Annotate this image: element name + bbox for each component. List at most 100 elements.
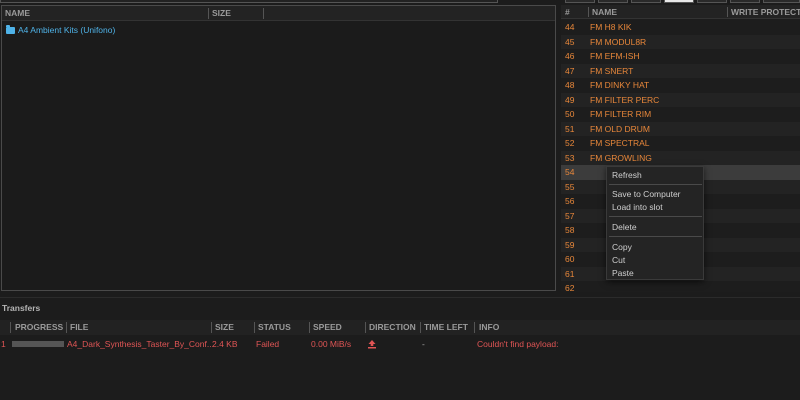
path-bar[interactable] <box>0 0 498 3</box>
column-header-number[interactable]: # <box>565 5 570 19</box>
slot-number: 55 <box>565 181 575 192</box>
toolbar-button[interactable] <box>730 0 760 3</box>
slot-name: FM MODUL8R <box>590 36 647 47</box>
column-separator[interactable] <box>66 322 67 333</box>
slot-list-header: # NAME WRITE PROTECTE <box>561 5 800 19</box>
slot-number: 54 <box>565 167 575 177</box>
panel-divider[interactable] <box>0 297 800 298</box>
toolbar-button[interactable] <box>598 0 628 3</box>
column-header-info[interactable]: INFO <box>479 320 499 335</box>
slot-row[interactable]: 47 FM SNERT <box>561 63 800 78</box>
menu-item-save-to-computer[interactable]: Save to Computer <box>612 188 681 200</box>
slot-row[interactable]: 51 FM OLD DRUM <box>561 121 800 136</box>
slot-row[interactable]: 46 FM EFM-ISH <box>561 49 800 64</box>
transfer-file: A4_Dark_Synthesis_Taster_By_Conf... <box>67 339 214 349</box>
column-header-write-protected[interactable]: WRITE PROTECTE <box>731 5 800 19</box>
menu-separator <box>609 236 702 237</box>
menu-separator <box>609 216 702 217</box>
transfer-time-left: - <box>422 339 425 349</box>
transfer-speed: 0.00 MiB/s <box>311 339 352 349</box>
transfer-row[interactable]: 1 A4_Dark_Synthesis_Taster_By_Conf... 2.… <box>0 337 800 351</box>
slot-name: FM H8 KIK <box>590 22 632 32</box>
column-header-progress[interactable]: PROGRESS <box>15 320 63 335</box>
column-header-time-left[interactable]: TIME LEFT <box>424 320 468 335</box>
slot-number: 48 <box>565 80 575 90</box>
slot-number: 50 <box>565 109 575 119</box>
slot-number: 51 <box>565 123 575 134</box>
slot-number: 53 <box>565 152 575 163</box>
computer-file-browser: NAME SIZE A4 Ambient Kits (Unifono) <box>1 5 556 291</box>
menu-item-delete[interactable]: Delete <box>612 221 637 233</box>
slot-name: FM SPECTRAL <box>590 138 650 148</box>
column-header-size[interactable]: SIZE <box>209 6 231 21</box>
column-separator[interactable] <box>365 322 366 333</box>
column-header-file[interactable]: FILE <box>70 320 88 335</box>
slot-name: FM OLD DRUM <box>590 123 650 134</box>
column-separator[interactable] <box>588 7 589 17</box>
slot-row[interactable]: 45 FM MODUL8R <box>561 34 800 49</box>
slot-number: 52 <box>565 138 575 148</box>
column-header-speed[interactable]: SPEED <box>313 320 342 335</box>
top-toolbar <box>0 0 800 4</box>
slot-name: FM FILTER RIM <box>590 109 652 119</box>
slot-number: 44 <box>565 22 575 32</box>
slot-number: 49 <box>565 94 575 105</box>
toolbar-button[interactable] <box>697 0 727 3</box>
toolbar-button[interactable] <box>565 0 595 3</box>
slot-name: FM GROWLING <box>590 152 652 163</box>
column-separator[interactable] <box>727 7 728 17</box>
menu-separator <box>609 184 702 185</box>
slot-name: FM EFM-ISH <box>590 51 640 61</box>
slot-number: 61 <box>565 268 575 279</box>
slot-number: 58 <box>565 225 575 235</box>
menu-item-cut[interactable]: Cut <box>612 254 625 266</box>
column-header-name[interactable]: NAME <box>2 6 30 21</box>
column-separator[interactable] <box>309 322 310 333</box>
slot-row[interactable]: 49 FM FILTER PERC <box>561 92 800 107</box>
slot-row[interactable]: 50 FM FILTER RIM <box>561 107 800 122</box>
column-header-status[interactable]: STATUS <box>258 320 291 335</box>
menu-item-paste[interactable]: Paste <box>612 267 634 279</box>
folder-name: A4 Ambient Kits (Unifono) <box>18 25 116 35</box>
folder-row[interactable]: A4 Ambient Kits (Unifono) <box>2 23 115 37</box>
menu-item-refresh[interactable]: Refresh <box>612 169 642 181</box>
slot-number: 46 <box>565 51 575 61</box>
menu-item-load-into-slot[interactable]: Load into slot <box>612 201 663 213</box>
progress-bar <box>12 341 64 347</box>
column-separator[interactable] <box>420 322 421 333</box>
slot-number: 47 <box>565 65 575 76</box>
transfer-status: Failed <box>256 339 280 349</box>
column-separator[interactable] <box>474 322 475 333</box>
column-separator[interactable] <box>254 322 255 333</box>
column-separator[interactable] <box>10 322 11 333</box>
toolbar-button[interactable] <box>631 0 661 3</box>
context-menu: Refresh Save to Computer Load into slot … <box>606 166 704 280</box>
transfers-table-header: PROGRESS FILE SIZE STATUS SPEED DIRECTIO… <box>0 320 800 335</box>
slot-number: 45 <box>565 36 575 47</box>
toolbar-button[interactable] <box>763 0 800 3</box>
slot-row[interactable]: 52 FM SPECTRAL <box>561 136 800 151</box>
slot-name: FM SNERT <box>590 65 634 76</box>
slot-number: 62 <box>565 283 575 292</box>
slot-row[interactable]: 62 <box>561 281 800 292</box>
slot-row[interactable]: 44 FM H8 KIK <box>561 20 800 35</box>
column-header-direction[interactable]: DIRECTION <box>369 320 416 335</box>
slot-name: FM FILTER PERC <box>590 94 660 105</box>
folder-icon <box>6 24 15 34</box>
toolbar-button-active[interactable] <box>664 0 694 3</box>
menu-item-copy[interactable]: Copy <box>612 241 632 253</box>
slot-row[interactable]: 53 FM GROWLING <box>561 150 800 165</box>
transfer-info: Couldn't find payload: <box>477 339 559 349</box>
transfers-title: Transfers <box>2 303 41 313</box>
column-separator[interactable] <box>263 8 264 19</box>
slot-number: 56 <box>565 196 575 206</box>
slot-row[interactable]: 48 FM DINKY HAT <box>561 78 800 93</box>
slot-name: FM DINKY HAT <box>590 80 650 90</box>
file-browser-header: NAME SIZE <box>2 6 555 21</box>
upload-icon <box>368 340 376 349</box>
column-header-size[interactable]: SIZE <box>215 320 234 335</box>
slot-number: 57 <box>565 210 575 221</box>
slot-number: 60 <box>565 254 575 264</box>
column-header-name[interactable]: NAME <box>592 5 617 19</box>
column-separator[interactable] <box>211 322 212 333</box>
